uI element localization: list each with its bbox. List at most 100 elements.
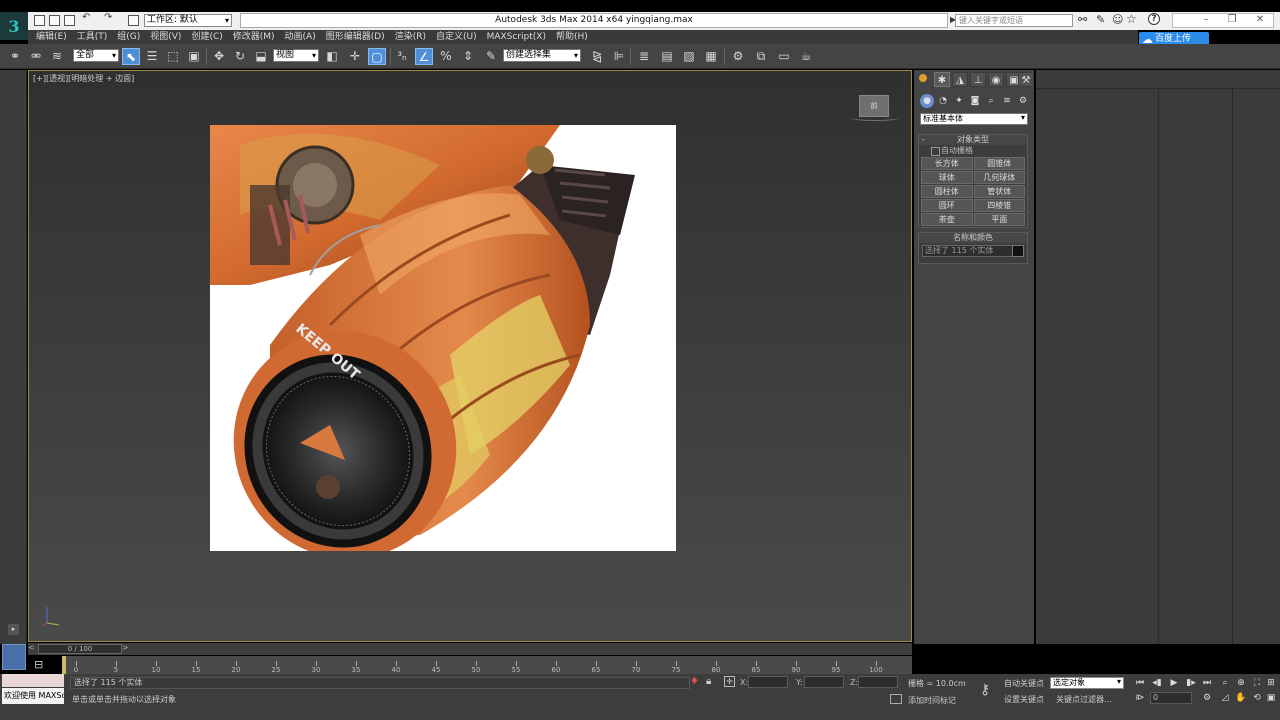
helpers-icon[interactable]: ⌕	[984, 94, 998, 108]
save-file-icon[interactable]	[64, 15, 75, 26]
tab-hierarchy-icon[interactable]: ⊥	[970, 72, 986, 87]
goto-end-icon[interactable]: ⏭	[1200, 677, 1214, 689]
menu-help[interactable]: 帮助(H)	[556, 30, 598, 44]
favorite-star-icon[interactable]: ☆	[1126, 12, 1137, 26]
angle-snap-icon[interactable]: ∠	[415, 48, 433, 65]
menu-animation[interactable]: 动画(A)	[285, 30, 326, 44]
maximize-viewport-icon[interactable]: ▣	[1264, 692, 1278, 704]
isolate-icon[interactable]: ♦	[690, 676, 699, 687]
help-icon[interactable]: ?	[1148, 13, 1160, 25]
field-of-view-icon[interactable]: ◿	[1218, 692, 1232, 704]
app-logo-icon[interactable]: 3	[0, 12, 28, 40]
object-category-select[interactable]: 标准基本体	[920, 113, 1028, 125]
named-selection-set-select[interactable]: 创建选择集	[503, 49, 581, 62]
tab-utilities-icon[interactable]: ⚒	[1018, 72, 1034, 87]
lights-icon[interactable]: ✦	[952, 94, 966, 108]
welcome-text[interactable]: 欢迎使用 MAXSc	[2, 688, 64, 704]
restore-icon[interactable]: ❐	[1222, 12, 1242, 28]
menu-create[interactable]: 创建(C)	[191, 30, 232, 44]
workspace-select[interactable]: 工作区: 默认	[144, 14, 232, 27]
render-setup-icon[interactable]: ⧉	[752, 48, 770, 65]
user-icon[interactable]: ☺	[1112, 13, 1123, 26]
tube-button[interactable]: 管状体	[973, 185, 1025, 198]
mirror-icon[interactable]: ⧎	[588, 48, 606, 65]
key-mode-select[interactable]: 选定对象	[1050, 677, 1124, 689]
zoom-icon[interactable]: ⌕	[1218, 677, 1232, 689]
auto-grid-checkbox[interactable]: 自动栅格	[919, 145, 1027, 156]
menu-views[interactable]: 视图(V)	[150, 30, 191, 44]
maxscript-listener-mini[interactable]	[2, 674, 64, 687]
time-next-icon[interactable]: >	[122, 643, 129, 652]
zoom-extents-all-icon[interactable]: ⊞	[1264, 677, 1278, 689]
auto-key-button[interactable]: 自动关键点	[1004, 678, 1044, 689]
zoom-all-icon[interactable]: ⊕	[1234, 677, 1248, 689]
menu-customize[interactable]: 自定义(U)	[436, 30, 487, 44]
bind-spacewarp-icon[interactable]: ≋	[48, 48, 66, 65]
close-icon[interactable]: ✕	[1250, 12, 1270, 28]
perspective-viewport[interactable]: [+][透视][明暗处理 + 边面] 前 KEEP OUT	[28, 70, 912, 642]
percent-snap-icon[interactable]: %	[437, 48, 455, 65]
new-file-icon[interactable]	[34, 15, 45, 26]
y-coord-field[interactable]	[804, 676, 844, 688]
graphite-ribbon-icon[interactable]: ▤	[658, 48, 676, 65]
object-name-field[interactable]: 选择了 115 个实体	[922, 245, 1024, 257]
pyramid-button[interactable]: 四棱锥	[973, 199, 1025, 212]
next-frame-icon[interactable]: ▮▸	[1184, 677, 1198, 689]
rendered-frame-window-icon[interactable]: ▭	[775, 48, 793, 65]
menu-graph-editors[interactable]: 图形编辑器(D)	[326, 30, 395, 44]
spacewarps-icon[interactable]: ≋	[1000, 94, 1014, 108]
keyboard-shortcut-toggle-icon[interactable]: ▢	[368, 48, 386, 65]
plane-button[interactable]: 平面	[973, 213, 1025, 226]
rotate-icon[interactable]: ↻	[231, 48, 249, 65]
set-key-icon[interactable]: ⚷	[980, 682, 990, 698]
orbit-icon[interactable]: ⟲	[1250, 692, 1264, 704]
viewport-label[interactable]: [+][透视][明暗处理 + 边面]	[33, 73, 134, 84]
tab-modify-icon[interactable]: ◮	[952, 72, 968, 87]
menu-rendering[interactable]: 渲染(R)	[395, 30, 436, 44]
viewcube-ring[interactable]	[851, 115, 899, 121]
layer-manager-icon[interactable]: ≣	[635, 48, 653, 65]
cameras-icon[interactable]: ◙	[968, 94, 982, 108]
name-color-header[interactable]: 名称和颜色	[919, 233, 1027, 243]
pivot-center-icon[interactable]: ◧	[323, 48, 341, 65]
shapes-icon[interactable]: ◔	[936, 94, 950, 108]
teapot-button[interactable]: 茶壶	[921, 213, 973, 226]
move-icon[interactable]: ✥	[210, 48, 228, 65]
cone-button[interactable]: 圆锥体	[973, 157, 1025, 170]
edit-named-selection-icon[interactable]: ✎	[482, 48, 500, 65]
time-config-icon[interactable]: ⚙	[1200, 692, 1214, 704]
x-coord-field[interactable]	[748, 676, 788, 688]
cylinder-button[interactable]: 圆柱体	[921, 185, 973, 198]
tab-motion-icon[interactable]: ◉	[988, 72, 1004, 87]
mini-curve-editor-icon[interactable]	[2, 644, 26, 670]
binoculars-icon[interactable]: ⚯	[1078, 13, 1087, 26]
object-type-header[interactable]: - 对象类型	[919, 135, 1027, 145]
menu-maxscript[interactable]: MAXScript(X)	[487, 30, 556, 44]
play-icon[interactable]: ▶	[1167, 677, 1181, 689]
material-editor-icon[interactable]: ⚙	[729, 48, 747, 65]
window-crossing-icon[interactable]: ▣	[185, 48, 203, 65]
selection-filter-select[interactable]: 全部	[73, 49, 119, 62]
goto-start-icon[interactable]: ⏮	[1133, 677, 1147, 689]
time-tag-icon[interactable]	[890, 694, 902, 704]
pan-icon[interactable]: ✋	[1234, 692, 1248, 704]
redo-icon[interactable]: ↷	[104, 12, 115, 23]
unlink-icon[interactable]: ⚮	[27, 48, 45, 65]
trackbar-filter-icon[interactable]: ⊟	[34, 658, 43, 671]
z-coord-field[interactable]	[858, 676, 898, 688]
tab-create-icon[interactable]: ✱	[934, 72, 950, 87]
tools-icon[interactable]: ✎	[1096, 13, 1105, 26]
object-color-swatch[interactable]	[1012, 245, 1024, 257]
time-slider-thumb[interactable]: 0 / 100	[38, 644, 122, 654]
link-icon[interactable]: ⚭	[6, 48, 24, 65]
menu-edit[interactable]: 编辑(E)	[36, 30, 77, 44]
systems-icon[interactable]: ⚙	[1016, 94, 1030, 108]
scale-icon[interactable]: ⬓	[252, 48, 270, 65]
snaps-toggle-icon[interactable]: ³ₙ	[393, 48, 411, 65]
viewcube[interactable]: 前	[859, 95, 889, 117]
menu-tools[interactable]: 工具(T)	[77, 30, 118, 44]
render-production-icon[interactable]: ☕	[797, 48, 815, 65]
key-mode-icon[interactable]: ⧐	[1133, 692, 1147, 704]
box-button[interactable]: 长方体	[921, 157, 973, 170]
time-prev-icon[interactable]: <	[28, 643, 35, 652]
